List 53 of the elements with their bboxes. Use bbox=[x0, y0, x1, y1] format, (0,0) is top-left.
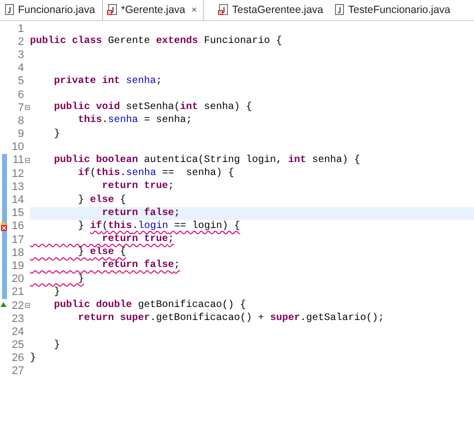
code-line: return true; bbox=[101, 234, 174, 246]
line-number: 24 bbox=[10, 326, 24, 338]
line-number: 5 bbox=[16, 75, 24, 88]
collapse-icon[interactable] bbox=[25, 302, 30, 310]
code-line: public boolean autentica(String login, int senha) { bbox=[53, 154, 360, 166]
line-number: 2 bbox=[16, 36, 24, 48]
line-number: 17 bbox=[10, 234, 24, 246]
code-line: } bbox=[53, 340, 60, 351]
code-line: return false; bbox=[101, 208, 180, 219]
line-number: 18 bbox=[10, 246, 24, 259]
code-line: } if(this.login == login) { bbox=[77, 220, 240, 232]
code-line: return true; bbox=[101, 181, 174, 192]
line-number: 10 bbox=[10, 141, 24, 154]
code-line: } bbox=[53, 286, 60, 298]
code-line: return false; bbox=[101, 260, 180, 272]
line-number: 9 bbox=[16, 128, 24, 140]
line-number: 13 bbox=[10, 180, 24, 193]
collapse-icon[interactable] bbox=[25, 104, 30, 112]
collapse-icon[interactable] bbox=[25, 156, 30, 164]
line-number: 26 bbox=[10, 352, 24, 364]
line-number: 19 bbox=[10, 260, 24, 272]
line-number: 23 bbox=[10, 312, 24, 325]
line-number: 6 bbox=[16, 88, 24, 101]
line-number: 7 bbox=[16, 102, 24, 114]
line-number: 8 bbox=[16, 114, 24, 127]
code-line: } bbox=[30, 352, 36, 364]
code-line: } bbox=[77, 274, 84, 285]
editor-tab[interactable]: *Gerente.java × bbox=[102, 0, 204, 20]
line-number: 22 bbox=[10, 300, 24, 312]
line-number: 20 bbox=[10, 273, 24, 286]
line-number: 16 bbox=[10, 220, 24, 232]
line-number: 27 bbox=[10, 365, 24, 378]
error-icon[interactable] bbox=[0, 222, 8, 231]
code-line: } else { bbox=[77, 247, 126, 258]
line-number: 11 bbox=[12, 154, 24, 166]
code-line: public class Gerente extends Funcionario { bbox=[30, 36, 282, 48]
code-line: if(this.senha == senha) { bbox=[77, 168, 234, 180]
line-number: 3 bbox=[16, 48, 24, 61]
line-number: 14 bbox=[10, 194, 24, 206]
line-number: 15 bbox=[10, 207, 24, 220]
code-line: public void setSenha(int senha) { bbox=[53, 102, 252, 114]
line-number: 1 bbox=[16, 22, 24, 35]
code-line: } bbox=[53, 128, 60, 140]
line-number: 12 bbox=[10, 168, 24, 180]
line-number: 21 bbox=[10, 286, 24, 298]
code-line: return super.getBonificacao() + super.getSalario(); bbox=[77, 313, 384, 324]
code-line: public double getBonificacao() { bbox=[53, 300, 246, 312]
code-line: private int senha; bbox=[53, 76, 162, 87]
close-tab-button[interactable]: × bbox=[191, 4, 198, 16]
code-line: this.senha = senha; bbox=[77, 115, 192, 126]
line-number: 4 bbox=[16, 62, 24, 74]
line-number: 25 bbox=[10, 339, 24, 352]
code-line: } else { bbox=[77, 194, 126, 206]
